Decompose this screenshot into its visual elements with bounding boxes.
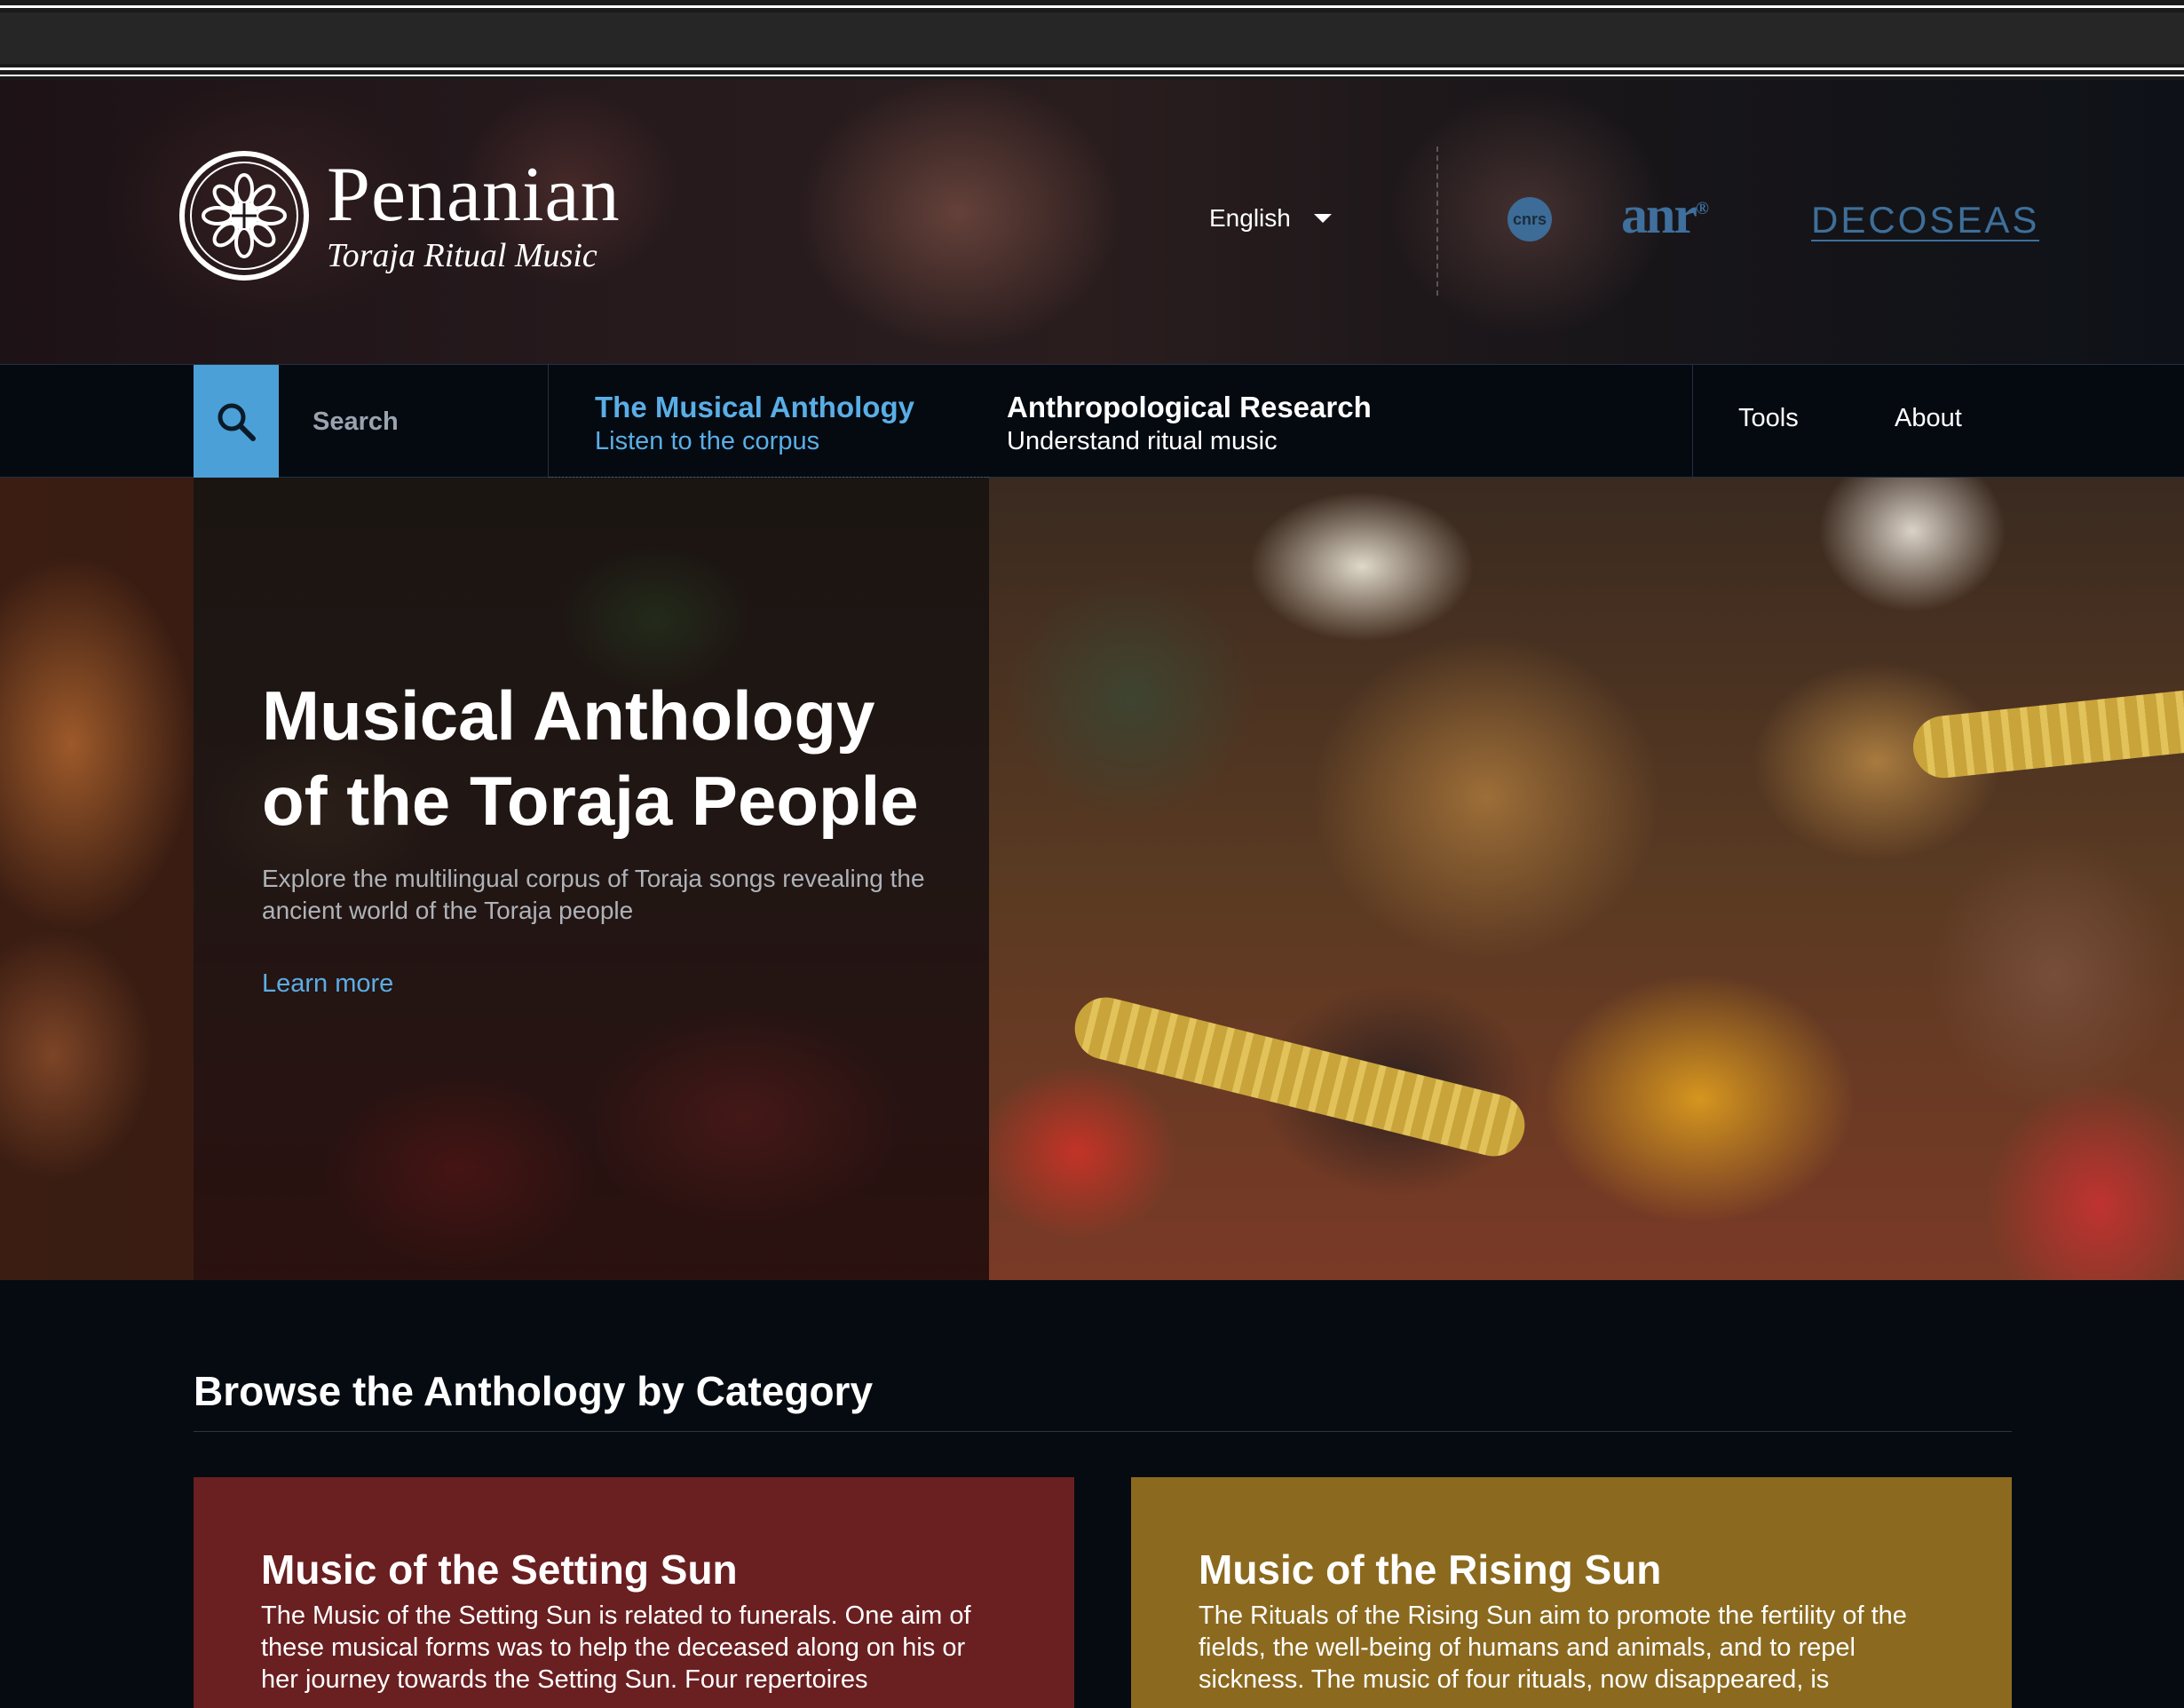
category-card-setting-sun[interactable]: Music of the Setting Sun The Music of th…	[194, 1477, 1074, 1708]
headband-decoration	[1910, 680, 2184, 781]
decoseas-logo-text: DECOSEAS	[1811, 199, 2040, 241]
top-rule	[0, 67, 2184, 70]
top-bar	[0, 12, 2184, 64]
anr-logo[interactable]: anr®	[1621, 185, 1709, 246]
logo-title: Penanian	[327, 152, 621, 238]
nav-tools[interactable]: Tools	[1738, 404, 1799, 433]
hero-title: Musical Anthology of the Toraja People	[262, 676, 919, 840]
search-input[interactable]	[313, 407, 526, 437]
cnrs-logo-text: cnrs	[1512, 210, 1547, 228]
hero-section: Musical Anthology of the Toraja People E…	[0, 478, 2184, 1280]
hero-photo	[989, 478, 2184, 1280]
top-rule	[0, 75, 2184, 76]
nav-anthology-subtitle: Listen to the corpus	[595, 427, 820, 455]
logo-emblem-icon	[179, 151, 309, 281]
hero-description: Explore the multilingual corpus of Toraj…	[262, 865, 925, 924]
search-icon	[218, 403, 256, 441]
site-logo[interactable]: Penanian Toraja Ritual Music	[178, 149, 621, 282]
headband-decoration	[1068, 991, 1531, 1163]
language-selector[interactable]: English	[1209, 204, 1332, 233]
nav-research-subtitle: Understand ritual music	[1007, 427, 1278, 455]
category-card-rising-sun[interactable]: Music of the Rising Sun The Rituals of t…	[1131, 1477, 2012, 1708]
search-button[interactable]	[194, 365, 279, 478]
anr-logo-text: anr	[1621, 186, 1697, 244]
main-nav: The Musical Anthology Listen to the corp…	[0, 364, 2184, 478]
learn-more-link[interactable]: Learn more	[262, 969, 393, 999]
top-strip	[0, 0, 2184, 80]
anr-registered-mark: ®	[1696, 199, 1709, 218]
top-rule	[0, 5, 2184, 8]
header-divider	[1436, 146, 1438, 296]
nav-musical-anthology[interactable]: The Musical Anthology Listen to the corp…	[595, 390, 914, 457]
browse-section-title: Browse the Anthology by Category	[194, 1368, 874, 1414]
nav-anthology-title: The Musical Anthology	[595, 391, 914, 423]
chevron-down-icon	[1313, 214, 1332, 223]
section-divider	[194, 1431, 2012, 1432]
card-title: Music of the Rising Sun	[1199, 1546, 1662, 1593]
hero-text-block: Musical Anthology of the Toraja People E…	[262, 673, 937, 999]
decoseas-logo[interactable]: DECOSEAS	[1811, 199, 2040, 241]
nav-divider	[1692, 365, 1693, 478]
search-field-wrap	[279, 365, 549, 478]
nav-about[interactable]: About	[1895, 404, 1962, 433]
site-header: Penanian Toraja Ritual Music English cnr…	[0, 80, 2184, 364]
nav-anthropological-research[interactable]: Anthropological Research Understand ritu…	[1007, 390, 1372, 457]
language-label: English	[1209, 204, 1291, 232]
card-text: The Music of the Setting Sun is related …	[261, 1601, 971, 1694]
card-text: The Rituals of the Rising Sun aim to pro…	[1199, 1601, 1907, 1694]
nav-research-title: Anthropological Research	[1007, 391, 1372, 423]
cnrs-logo[interactable]: cnrs	[1507, 197, 1552, 241]
card-title: Music of the Setting Sun	[261, 1546, 738, 1593]
logo-subtitle: Toraja Ritual Music	[327, 237, 597, 274]
